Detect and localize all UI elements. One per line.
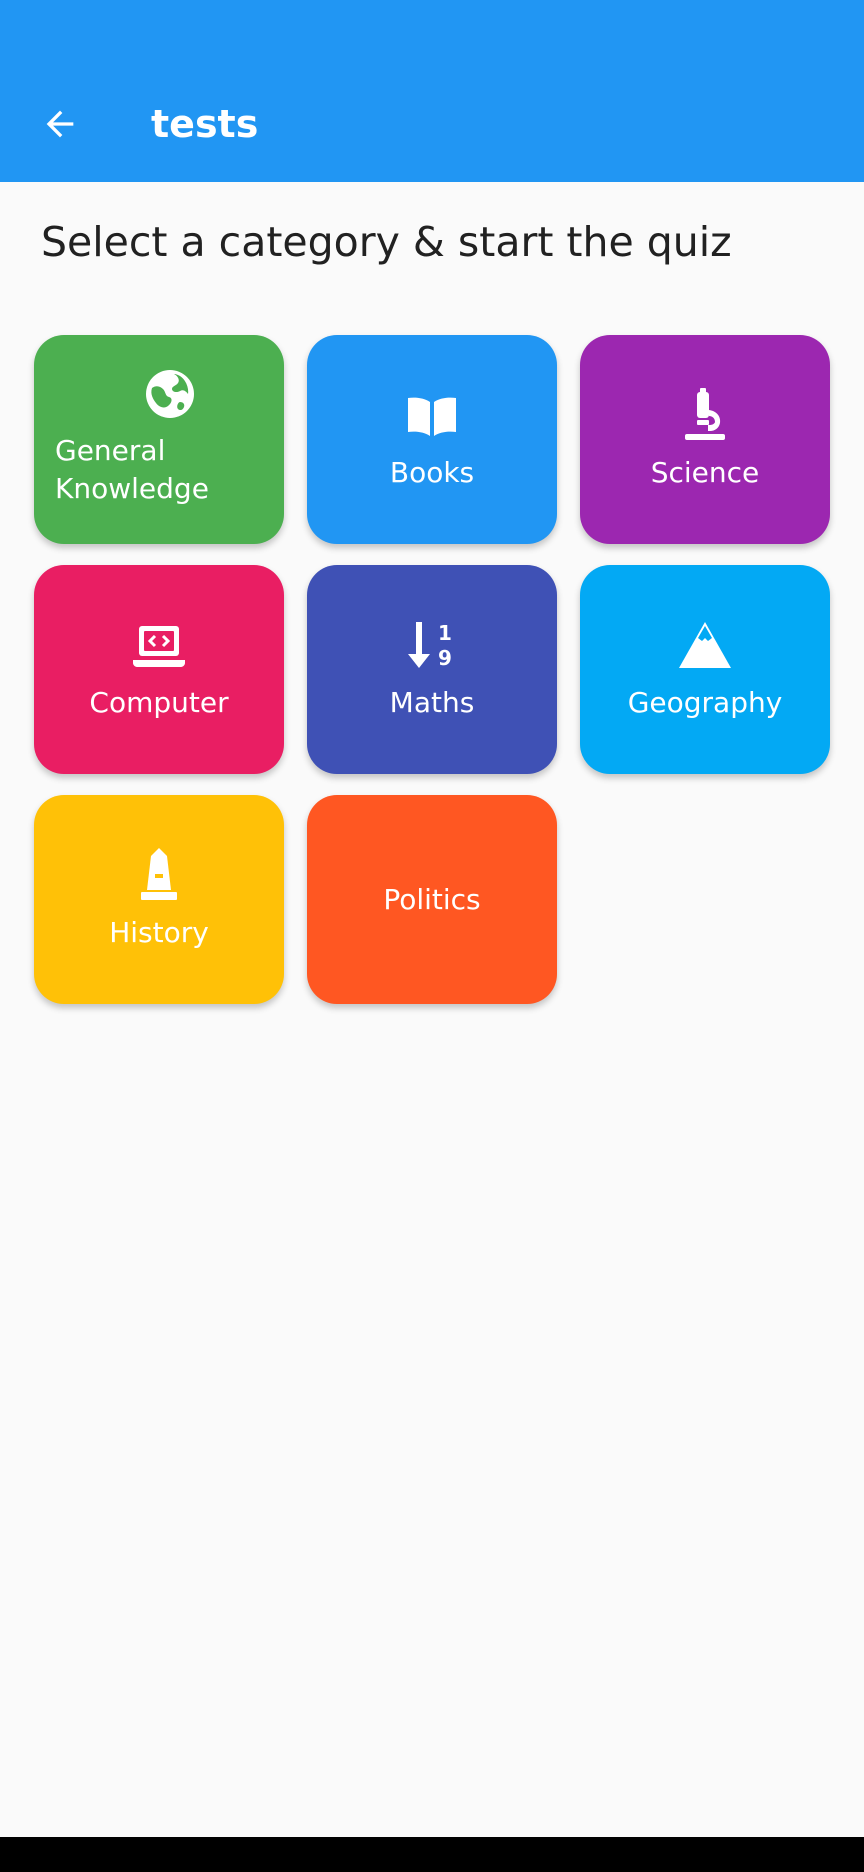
- category-label: Maths: [389, 685, 475, 719]
- app-bar: tests: [0, 0, 864, 182]
- category-label: Science: [650, 455, 760, 489]
- category-label: Geography: [627, 685, 783, 719]
- monument-icon: [141, 847, 177, 900]
- category-label: Computer: [89, 685, 229, 719]
- category-general-knowledge[interactable]: General Knowledge: [34, 335, 284, 544]
- sort-numeric-down-icon: 1 9: [408, 621, 452, 670]
- microscope-icon: [685, 387, 725, 440]
- category-maths[interactable]: 1 9 Maths: [307, 565, 557, 774]
- category-computer[interactable]: Computer: [34, 565, 284, 774]
- category-politics[interactable]: Politics: [307, 795, 557, 1004]
- arrow-left-icon: [46, 110, 74, 138]
- category-label: History: [109, 915, 209, 949]
- category-science[interactable]: Science: [580, 335, 830, 544]
- page-heading: Select a category & start the quiz: [41, 218, 732, 266]
- system-navigation-bar: [0, 1837, 864, 1872]
- globe-icon: [145, 369, 194, 418]
- svg-text:1: 1: [438, 621, 452, 645]
- category-label: Books: [389, 455, 475, 489]
- category-geography[interactable]: Geography: [580, 565, 830, 774]
- svg-text:9: 9: [438, 646, 452, 670]
- back-button[interactable]: [28, 92, 92, 156]
- category-books[interactable]: Books: [307, 335, 557, 544]
- laptop-code-icon: [133, 625, 185, 667]
- book-open-icon: [408, 397, 456, 436]
- category-label: General Knowledge: [55, 433, 209, 505]
- category-grid: General Knowledge Books Science Computer: [34, 335, 830, 1004]
- mountain-icon: [679, 621, 731, 668]
- category-history[interactable]: History: [34, 795, 284, 1004]
- app-title: tests: [151, 102, 259, 146]
- category-label: Politics: [383, 882, 481, 916]
